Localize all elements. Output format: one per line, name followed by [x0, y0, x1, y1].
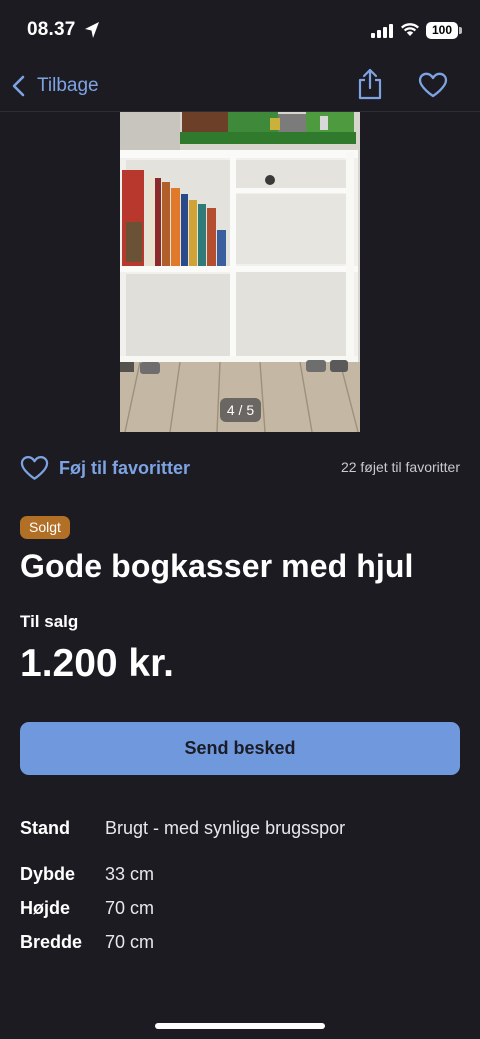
home-indicator[interactable] [155, 1023, 325, 1029]
listing-page: 08.37 100 Tilbage 4 / 5 Føj til favoritt… [0, 0, 480, 1039]
location-arrow-icon [85, 22, 99, 38]
back-button[interactable]: Tilbage [10, 70, 99, 102]
detail-value: 70 cm [105, 898, 155, 918]
heart-outline-icon[interactable] [418, 72, 448, 98]
photo-counter: 4 / 5 [220, 398, 261, 422]
status-bar: 08.37 100 [0, 0, 480, 62]
send-message-button[interactable]: Send besked [20, 722, 460, 775]
detail-label: Dybde [20, 864, 76, 884]
listing-title: Gode bogkasser med hjul [20, 548, 414, 584]
favorites-row: Føj til favoritter 22 føjet til favoritt… [20, 452, 460, 484]
listing-price: 1.200 kr. [20, 642, 174, 685]
nav-bar: Tilbage [0, 62, 480, 112]
sale-type-label: Til salg [20, 612, 79, 631]
status-time: 08.37 [27, 19, 76, 40]
add-to-favorites-label: Føj til favoritter [59, 457, 191, 478]
battery-cap [459, 27, 462, 34]
detail-row-height: Højde 70 cm [20, 898, 460, 922]
detail-value: Brugt - med synlige brugsspor [105, 818, 346, 838]
detail-row-depth: Dybde 33 cm [20, 864, 460, 888]
wifi-icon [401, 23, 419, 36]
battery-icon: 100 [426, 22, 458, 39]
detail-value: 33 cm [105, 864, 155, 884]
detail-row-condition: Stand Brugt - med synlige brugsspor [20, 818, 460, 842]
heart-outline-icon [20, 456, 49, 480]
signal-icon [371, 24, 393, 38]
favorites-count: 22 føjet til favoritter [340, 459, 460, 475]
listing-photo[interactable] [120, 112, 360, 432]
add-to-favorites-button[interactable]: Føj til favoritter [20, 452, 190, 484]
detail-value: 70 cm [105, 932, 155, 952]
detail-label: Stand [20, 818, 71, 838]
detail-row-width: Bredde 70 cm [20, 932, 460, 956]
chevron-left-icon [12, 75, 25, 97]
share-icon[interactable] [356, 68, 384, 100]
back-label: Tilbage [37, 75, 99, 96]
detail-label: Højde [20, 898, 71, 918]
status-badge: Solgt [20, 516, 70, 539]
detail-label: Bredde [20, 932, 83, 952]
bookshelf-photo-image [120, 112, 360, 432]
